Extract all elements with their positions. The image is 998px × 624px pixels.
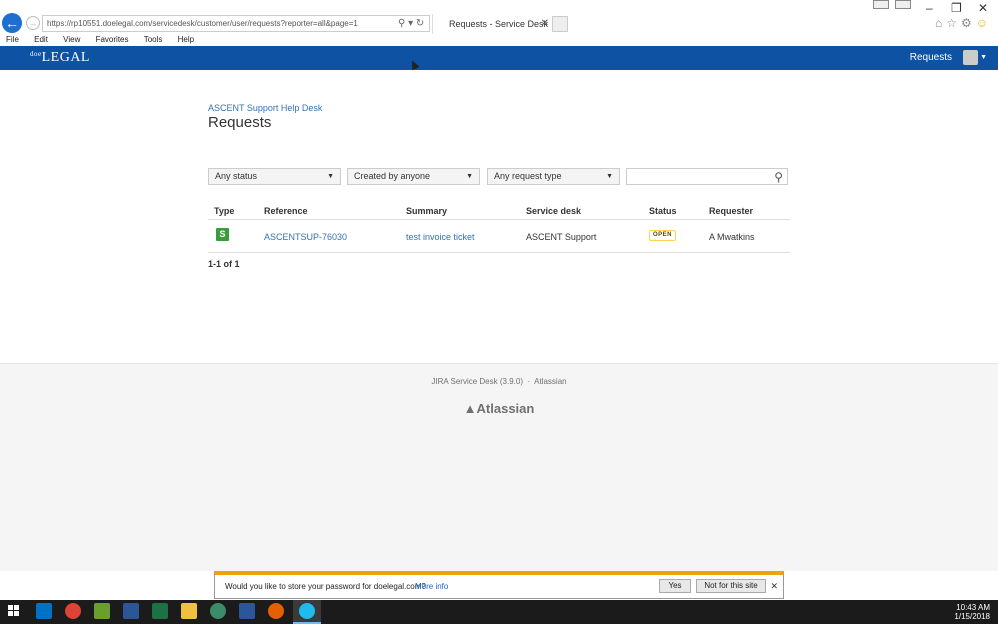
clock-date: 1/15/2018 xyxy=(954,612,990,621)
favorites-star-icon[interactable]: ☆ xyxy=(946,16,961,30)
close-icon[interactable]: ✕ xyxy=(770,581,778,592)
caret-down-icon: ▼ xyxy=(466,173,473,180)
menu-edit[interactable]: Edit xyxy=(34,34,48,46)
file-explorer-icon[interactable] xyxy=(181,603,197,619)
results-count: 1-1 of 1 xyxy=(208,259,240,269)
caret-down-icon: ▼ xyxy=(606,173,613,180)
address-bar[interactable]: https://rp10551.doelegal.com/servicedesk… xyxy=(42,15,430,32)
column-header-service-desk: Service desk xyxy=(526,206,582,216)
column-header-reference: Reference xyxy=(264,206,308,216)
search-icon[interactable]: ⚲ xyxy=(774,170,783,184)
yes-button[interactable]: Yes xyxy=(659,579,691,593)
footer-product-link[interactable]: JIRA Service Desk (3.9.0) xyxy=(431,377,523,386)
requester-cell: A Mwatkins xyxy=(709,232,755,242)
column-header-summary: Summary xyxy=(406,206,448,216)
clock-time: 10:43 AM xyxy=(956,603,990,612)
menu-view[interactable]: View xyxy=(63,34,80,46)
request-type-filter-label: Any request type xyxy=(494,171,562,181)
column-header-requester: Requester xyxy=(709,206,754,216)
menu-tools[interactable]: Tools xyxy=(144,34,163,46)
menu-help[interactable]: Help xyxy=(178,34,194,46)
atlassian-logo-text: Atlassian xyxy=(476,401,535,416)
taskbar: 10:43 AM 1/15/2018 xyxy=(0,600,998,624)
app-icon[interactable] xyxy=(210,603,226,619)
page-title: Requests xyxy=(208,114,272,131)
password-notification-bar: Would you like to store your password fo… xyxy=(214,571,784,599)
footer-separator: · xyxy=(527,377,531,386)
site-header: doeLEGAL Requests ▼ xyxy=(0,46,998,70)
forward-button[interactable]: → xyxy=(26,16,40,30)
reference-link[interactable]: ASCENTSUP-76030 xyxy=(264,232,347,242)
summary-link[interactable]: test invoice ticket xyxy=(406,232,475,242)
footer-company-link[interactable]: Atlassian xyxy=(534,377,566,386)
restore-icon[interactable]: ❐ xyxy=(951,0,962,16)
app-icon[interactable] xyxy=(94,603,110,619)
request-type-filter[interactable]: Any request type ▼ xyxy=(487,168,620,185)
service-desk-cell: ASCENT Support xyxy=(526,232,597,242)
menu-file[interactable]: File xyxy=(6,34,19,46)
compat-view-icon[interactable] xyxy=(873,0,889,9)
logo-prefix: doe xyxy=(30,50,42,58)
search-field[interactable]: ⚲ xyxy=(626,168,788,185)
browser-chrome: – ❐ ✕ ← → https://rp10551.doelegal.com/s… xyxy=(0,0,998,34)
column-header-status: Status xyxy=(649,206,677,216)
windows-start-icon[interactable] xyxy=(8,605,20,617)
app-icon[interactable] xyxy=(123,603,139,619)
footer-links: JIRA Service Desk (3.9.0) · Atlassian xyxy=(0,377,998,386)
search-icon[interactable]: ⚲ xyxy=(398,18,405,29)
page-footer: JIRA Service Desk (3.9.0) · Atlassian ▲A… xyxy=(0,363,998,571)
atlassian-logo[interactable]: ▲Atlassian xyxy=(0,401,998,416)
header-requests-link[interactable]: Requests xyxy=(910,52,952,63)
address-tools[interactable]: ⚲ ▾ ↻ xyxy=(398,15,424,32)
notification-message: Would you like to store your password fo… xyxy=(225,582,426,591)
minimize-icon[interactable]: – xyxy=(926,0,933,16)
browser-toolbar-icons: ⌂☆⚙☺ xyxy=(935,16,992,30)
back-button[interactable]: ← xyxy=(2,13,22,33)
breadcrumb-helpdesk[interactable]: ASCENT Support Help Desk xyxy=(208,103,322,113)
chevron-down-icon[interactable]: ▼ xyxy=(980,54,987,61)
home-icon[interactable]: ⌂ xyxy=(935,16,946,30)
atlassian-mark-icon: ▲ xyxy=(463,401,477,416)
site-logo[interactable]: doeLEGAL xyxy=(30,50,90,66)
browser-tab[interactable]: Requests - Service Desk ✕ xyxy=(432,14,552,34)
menu-favorites[interactable]: Favorites xyxy=(96,34,129,46)
dropdown-icon[interactable]: ▾ xyxy=(408,18,413,29)
more-info-link[interactable]: More info xyxy=(415,582,448,591)
status-badge: OPEN xyxy=(649,230,677,241)
column-header-type: Type xyxy=(214,206,235,216)
caret-down-icon: ▼ xyxy=(327,173,334,180)
created-by-filter[interactable]: Created by anyone ▼ xyxy=(347,168,480,185)
avatar[interactable] xyxy=(963,50,978,65)
search-input[interactable] xyxy=(631,169,771,184)
status-filter-label: Any status xyxy=(215,171,258,181)
firefox-icon[interactable] xyxy=(268,603,284,619)
status-filter[interactable]: Any status ▼ xyxy=(208,168,341,185)
new-tab-button[interactable] xyxy=(552,16,568,32)
settings-gear-icon[interactable]: ⚙ xyxy=(961,16,976,30)
request-type-icon: S xyxy=(216,228,229,241)
outlook-icon[interactable] xyxy=(36,603,52,619)
smiley-feedback-icon[interactable]: ☺ xyxy=(976,16,992,30)
row-divider xyxy=(208,252,790,253)
chrome-icon[interactable] xyxy=(65,603,81,619)
logo-text: LEGAL xyxy=(41,50,90,65)
close-tab-icon[interactable]: ✕ xyxy=(541,14,549,34)
header-divider xyxy=(208,219,790,220)
word-icon[interactable] xyxy=(239,603,255,619)
created-by-filter-label: Created by anyone xyxy=(354,171,431,181)
close-window-icon[interactable]: ✕ xyxy=(978,0,988,16)
not-for-this-site-button[interactable]: Not for this site xyxy=(696,579,766,593)
internet-explorer-icon[interactable] xyxy=(299,603,315,619)
window-snap-icon[interactable] xyxy=(895,0,911,9)
menu-bar: File Edit View Favorites Tools Help xyxy=(0,34,998,46)
excel-icon[interactable] xyxy=(152,603,168,619)
refresh-icon[interactable]: ↻ xyxy=(416,18,424,29)
tab-title: Requests - Service Desk xyxy=(449,19,549,29)
system-clock[interactable]: 10:43 AM 1/15/2018 xyxy=(954,603,990,621)
